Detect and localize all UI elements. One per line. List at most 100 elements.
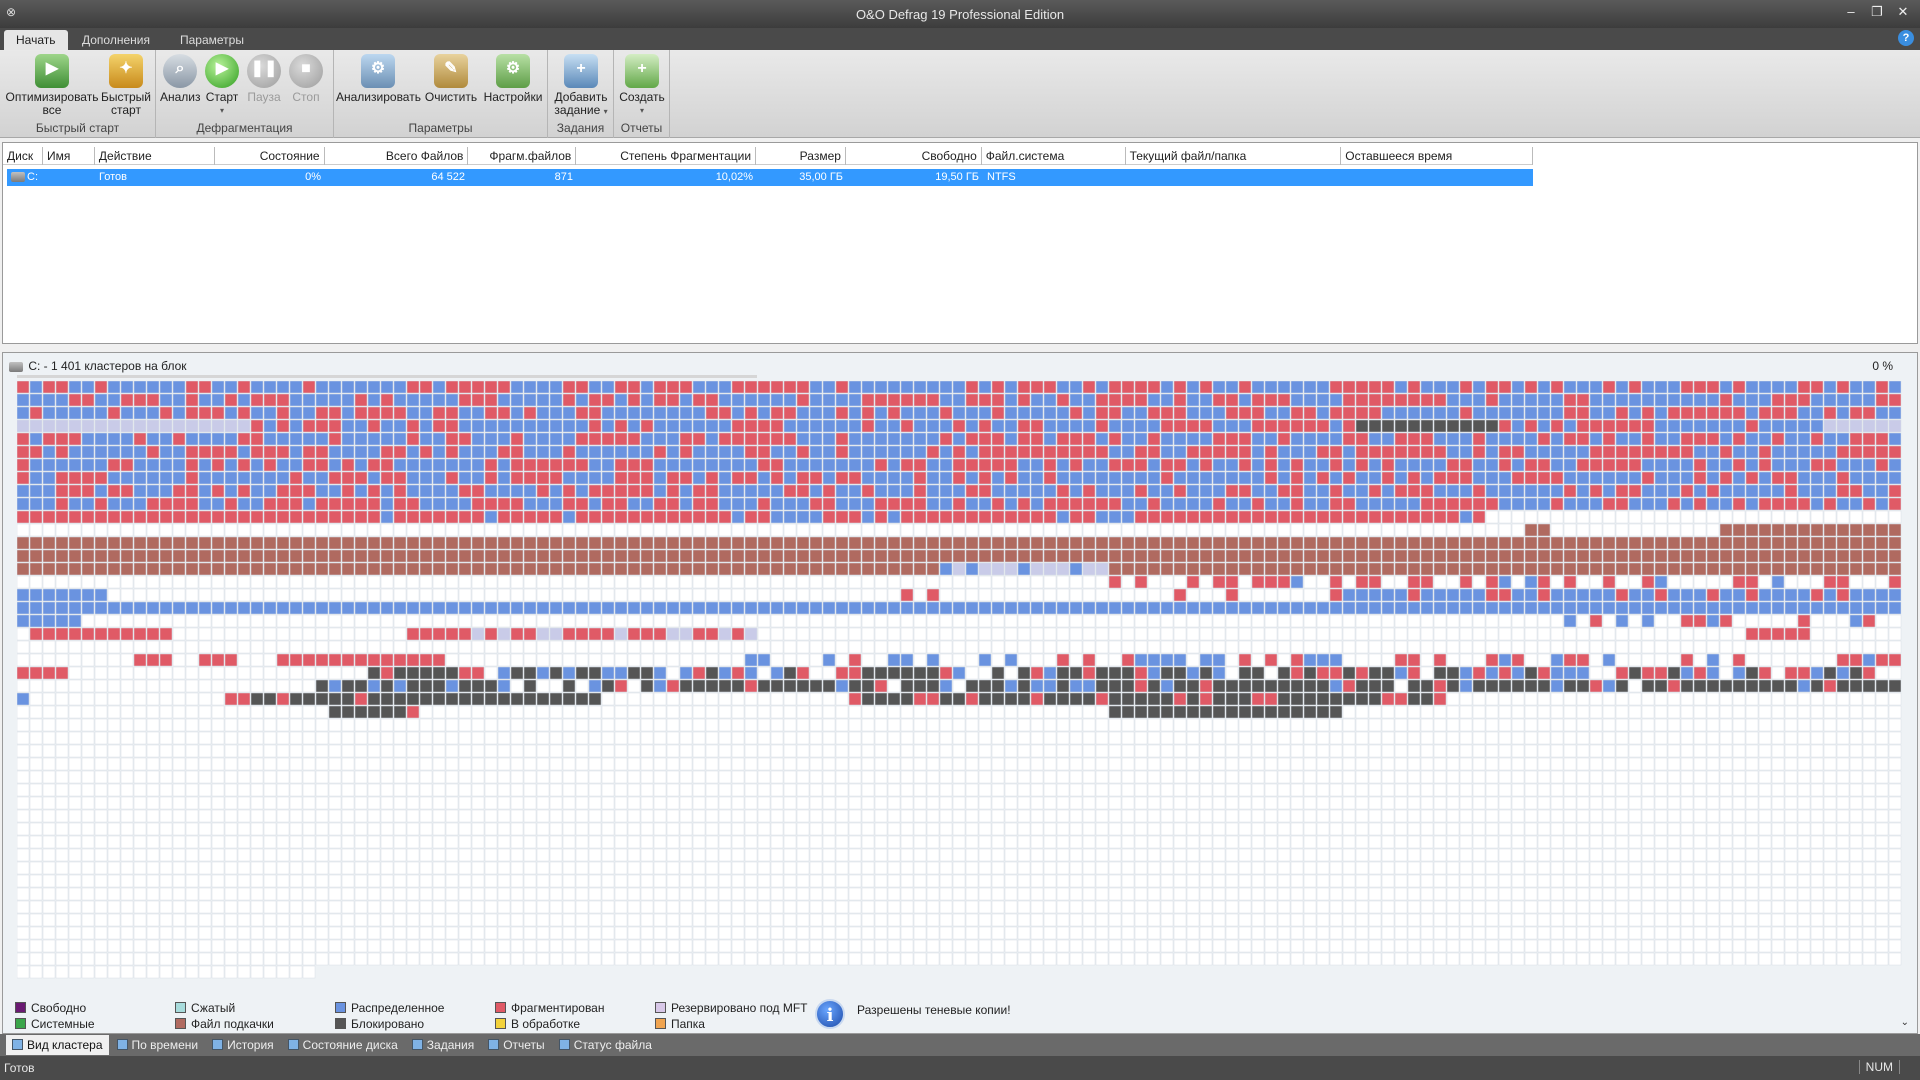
col-disk[interactable]: Диск — [3, 147, 43, 165]
cluster-block — [484, 679, 498, 693]
cluster-block — [562, 627, 576, 641]
analysis-button[interactable]: ⌕ Анализ — [160, 54, 201, 104]
cluster-block — [1186, 640, 1200, 654]
tab-extras[interactable]: Дополнения — [70, 30, 162, 50]
cluster-block — [1784, 692, 1798, 706]
cluster-block — [354, 406, 368, 420]
cluster-block — [1693, 627, 1707, 641]
pause-button[interactable]: ❚❚ Пауза — [244, 54, 284, 104]
cluster-block — [1836, 770, 1850, 784]
cluster-block — [211, 484, 225, 498]
cluster-block — [718, 445, 732, 459]
cluster-block — [55, 406, 69, 420]
cluster-block — [1628, 549, 1642, 563]
cluster-block — [1589, 744, 1603, 758]
cluster-block — [237, 692, 251, 706]
stop-button[interactable]: ■ Стоп — [286, 54, 326, 104]
cluster-block — [1082, 627, 1096, 641]
cluster-block — [1771, 757, 1785, 771]
col-name[interactable]: Имя — [43, 147, 95, 165]
col-frag-degree[interactable]: Степень Фрагментации — [576, 147, 757, 165]
cluster-block — [874, 796, 888, 810]
tab-start[interactable]: Начать — [4, 30, 68, 50]
cluster-block — [1693, 419, 1707, 433]
cluster-block — [1368, 432, 1382, 446]
cluster-block — [1095, 744, 1109, 758]
cluster-block — [978, 757, 992, 771]
cluster-block — [744, 381, 758, 394]
cluster-block — [484, 601, 498, 615]
table-row[interactable]: C: Готов 0% 64 522 871 10,02% 35,00 ГБ 1… — [7, 169, 1533, 186]
cluster-block — [952, 523, 966, 537]
cluster-block — [1537, 484, 1551, 498]
cluster-block — [1472, 627, 1486, 641]
cluster-block — [1290, 497, 1304, 511]
cluster-block — [211, 653, 225, 667]
settings-button[interactable]: ⚙ Настройки — [482, 54, 544, 104]
cluster-block — [146, 406, 160, 420]
cluster-block — [1667, 731, 1681, 745]
cluster-block — [913, 614, 927, 628]
cluster-block — [406, 471, 420, 485]
col-remaining[interactable]: Оставшееся время — [1341, 147, 1534, 165]
analyze-button[interactable]: ⚙ Анализировать — [336, 54, 421, 104]
cluster-block — [406, 770, 420, 784]
cluster-block — [1017, 770, 1031, 784]
cluster-block — [237, 679, 251, 693]
cluster-block — [289, 705, 303, 719]
add-task-button[interactable]: + Добавить задание ▾ — [552, 54, 610, 118]
tab-settings[interactable]: Параметры — [168, 30, 256, 50]
cluster-block — [94, 640, 108, 654]
cluster-block — [731, 640, 745, 654]
cluster-block — [757, 692, 771, 706]
cluster-block — [1004, 484, 1018, 498]
cluster-block — [900, 744, 914, 758]
col-state[interactable]: Состояние — [215, 147, 325, 165]
minimize-button[interactable]: – — [1840, 3, 1862, 21]
col-action[interactable]: Действие — [95, 147, 215, 165]
create-report-button[interactable]: + Создать ▾ — [618, 54, 666, 117]
cluster-block — [718, 419, 732, 433]
cluster-block — [510, 796, 524, 810]
cluster-block — [1784, 484, 1798, 498]
cluster-block — [263, 575, 277, 589]
start-button[interactable]: ▶ Старт ▾ — [202, 54, 242, 117]
col-free[interactable]: Свободно — [846, 147, 982, 165]
cluster-block — [757, 757, 771, 771]
cluster-block — [1576, 692, 1590, 706]
optimize-all-button[interactable]: ▶ Оптимизировать все — [4, 54, 100, 117]
cluster-block — [1472, 679, 1486, 693]
cluster-block — [653, 601, 667, 615]
cluster-block — [1485, 510, 1499, 524]
cluster-block — [1511, 536, 1525, 550]
cluster-block — [705, 744, 719, 758]
quick-start-button[interactable]: ✦ Быстрый старт — [100, 54, 152, 117]
cluster-block — [1836, 692, 1850, 706]
cluster-block — [887, 484, 901, 498]
col-total-files[interactable]: Всего Файлов — [325, 147, 469, 165]
close-button[interactable]: ✕ — [1892, 3, 1914, 21]
cluster-block — [900, 757, 914, 771]
cluster-block — [497, 484, 511, 498]
cluster-block — [692, 510, 706, 524]
cluster-block — [614, 393, 628, 407]
col-fs[interactable]: Файл.система — [982, 147, 1126, 165]
col-current[interactable]: Текущий файл/папка — [1126, 147, 1342, 165]
cluster-block — [1303, 471, 1317, 485]
cluster-block — [367, 679, 381, 693]
restore-button[interactable]: ❐ — [1866, 3, 1888, 21]
cluster-block — [1745, 679, 1759, 693]
cluster-block — [718, 809, 732, 823]
cluster-block — [679, 549, 693, 563]
col-size[interactable]: Размер — [756, 147, 846, 165]
help-icon[interactable]: ? — [1898, 30, 1914, 46]
col-frag-files[interactable]: Фрагм.файлов — [468, 147, 577, 165]
cluster-block — [1862, 381, 1876, 394]
cluster-block — [250, 471, 264, 485]
cluster-map[interactable] — [17, 381, 1905, 981]
cluster-block — [419, 614, 433, 628]
clean-button[interactable]: ✎ Очистить — [422, 54, 480, 104]
cluster-block — [198, 614, 212, 628]
cluster-block — [68, 705, 82, 719]
cluster-block — [1433, 640, 1447, 654]
